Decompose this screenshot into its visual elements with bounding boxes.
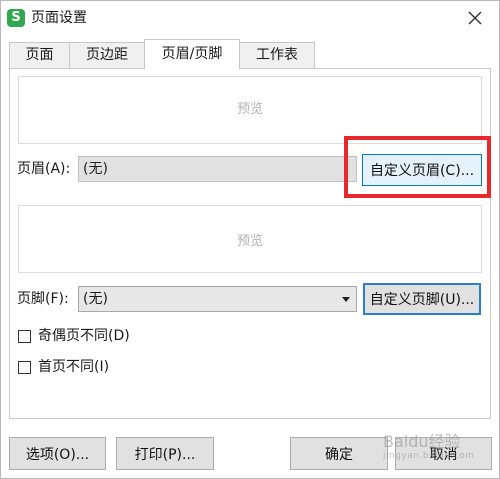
header-preview-text: 预览 — [236, 102, 263, 117]
ok-button[interactable]: 确定 — [290, 437, 388, 470]
page-setup-dialog: S 页面设置 页面 页边距 页眉/页脚 工作表 预览 页眉(A): (无) 自定… — [0, 0, 500, 479]
header-preview: 预览 — [18, 76, 482, 144]
custom-footer-button[interactable]: 自定义页脚(U)... — [363, 283, 481, 315]
cancel-button[interactable]: 取消 — [395, 437, 492, 470]
odd-even-label: 奇偶页不同(D) — [38, 328, 130, 344]
header-select[interactable]: (无) — [78, 156, 357, 182]
odd-even-checkbox[interactable] — [18, 329, 31, 343]
print-button[interactable]: 打印(P)... — [116, 437, 214, 470]
odd-even-checkbox-row[interactable]: 奇偶页不同(D) — [18, 327, 130, 345]
tab-page[interactable]: 页面 — [9, 42, 70, 68]
footer-preview: 预览 — [18, 205, 482, 273]
title-bar: S 页面设置 — [1, 1, 499, 35]
header-select-value: (无) — [83, 161, 108, 177]
window-title: 页面设置 — [31, 10, 87, 26]
close-icon — [468, 11, 482, 25]
chevron-down-icon — [342, 297, 350, 302]
first-page-label: 首页不同(I) — [38, 359, 110, 375]
tab-margins[interactable]: 页边距 — [69, 42, 145, 68]
footer-label: 页脚(F): — [17, 291, 69, 307]
close-button[interactable] — [463, 7, 487, 29]
app-logo-icon: S — [7, 9, 25, 27]
footer-select-value: (无) — [83, 291, 108, 307]
custom-header-button[interactable]: 自定义页眉(C)... — [362, 154, 482, 186]
tab-header-footer[interactable]: 页眉/页脚 — [144, 39, 240, 69]
first-page-checkbox[interactable] — [18, 360, 31, 374]
options-button[interactable]: 选项(O)... — [9, 437, 106, 470]
first-page-checkbox-row[interactable]: 首页不同(I) — [18, 358, 109, 376]
tab-sheet[interactable]: 工作表 — [239, 42, 315, 68]
header-label: 页眉(A): — [17, 161, 71, 177]
footer-preview-text: 预览 — [236, 234, 263, 249]
footer-select[interactable]: (无) — [78, 286, 357, 312]
